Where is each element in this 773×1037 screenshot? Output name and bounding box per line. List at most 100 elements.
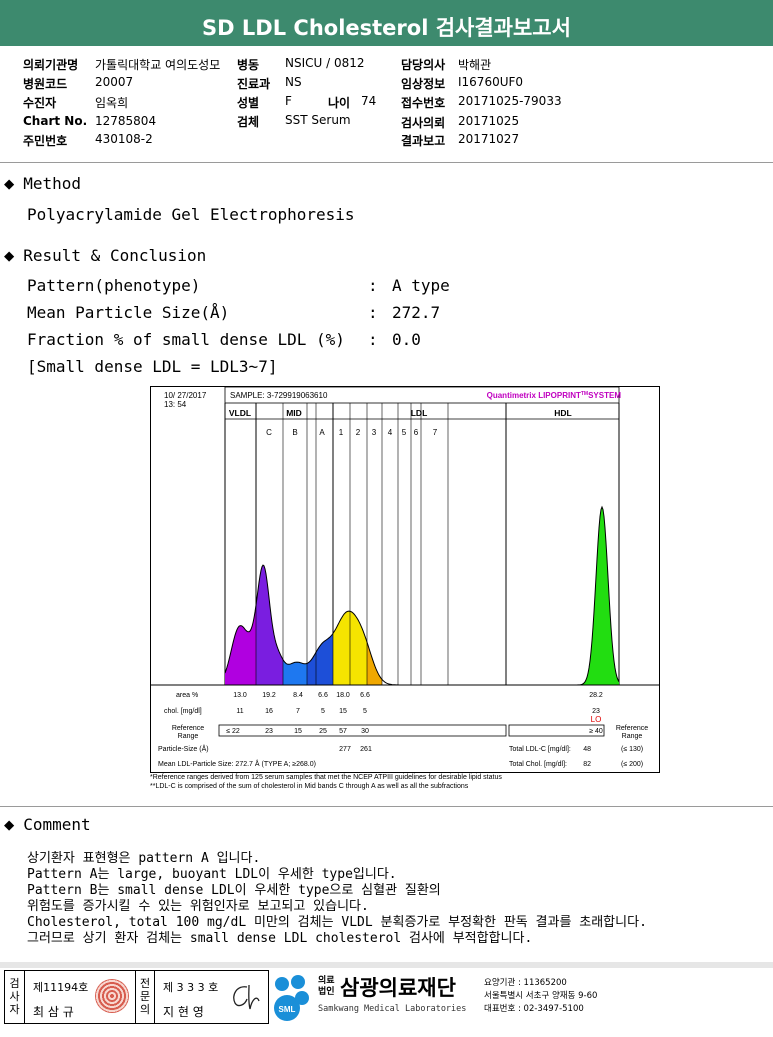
small-dense-note: [Small dense LDL = LDL3~7] [27, 357, 278, 376]
dept-value: NS [285, 75, 302, 89]
total-ldl-label: Total LDL-C [mg/dl]: [509, 746, 571, 753]
sex-value: F [285, 94, 292, 108]
comment-line: Cholesterol, total 100 mg/dL 미만의 검체는 VLD… [27, 915, 647, 930]
chart-date: 10/ 27/2017 [164, 391, 207, 400]
total-chol-ref: (≤ 200) [621, 761, 643, 768]
ref-value: ≤ 22 [226, 728, 240, 735]
result-heading-text: Result & Conclusion [23, 246, 207, 265]
particle-size-2: 261 [360, 746, 372, 753]
system-tm: TM [581, 391, 588, 397]
particle-size-row-label: Particle-Size (Å) [158, 744, 209, 753]
diamond-icon: ◆ [4, 174, 15, 194]
group-mid: MID [286, 408, 302, 418]
ref-row: ≤ 22 23 15 25 57 30 [226, 728, 369, 735]
area-row: 13.0 19.2 8.4 6.6 18.0 6.6 28.2 [233, 692, 603, 699]
signature-icon [233, 984, 260, 1010]
chart-sample: SAMPLE: 3-729919063610 [230, 391, 328, 400]
report-title: SD LDL Cholesterol 검사결과보고서 [0, 0, 773, 46]
area-value: 13.0 [233, 692, 247, 699]
group-hdl: HDL [554, 408, 571, 418]
chol-value: 15 [339, 708, 347, 715]
chart-footnote-2: **LDL-C is comprised of the sum of chole… [150, 783, 469, 790]
report-date-value: 20171027 [458, 132, 520, 146]
band-label-5: 5 [402, 428, 407, 437]
request-label: 검사의뢰 [401, 116, 446, 130]
area-value: 18.0 [336, 692, 350, 699]
hospital-value: 가톨릭대학교 여의도성모 [95, 58, 221, 72]
chol-value: 23 [592, 708, 600, 715]
specialist-license: 제 3 3 3 호 [163, 981, 219, 994]
group-vldl: VLDL [229, 408, 251, 418]
comment-line: 상기환자 표현형은 pattern A 입니다. [27, 851, 261, 866]
specialist-name: 지 현 영 [163, 1005, 204, 1019]
ref-value: 23 [265, 728, 273, 735]
id-label: 주민번호 [23, 134, 68, 148]
chart-no-value: 12785804 [95, 114, 157, 128]
org-code: 요양기관 : 11365200 [484, 978, 567, 988]
request-value: 20171025 [458, 114, 520, 128]
org-phone: 대표번호 : 02-3497-5100 [484, 1004, 584, 1014]
method-heading-text: Method [23, 174, 82, 193]
total-ldl-ref: (≤ 130) [621, 746, 643, 753]
group-ldl: LDL [411, 408, 428, 418]
hdl-lo-flag: LO [591, 715, 602, 724]
diamond-icon: ◆ [4, 815, 15, 835]
tester-seal-icon [95, 979, 129, 1013]
tester-label: 검사자 [5, 971, 25, 1023]
band-labels: C B A 1 2 3 456 7 [266, 428, 438, 437]
lipoprint-chart: 10/ 27/2017 13: 54 SAMPLE: 3-72991906361… [150, 386, 660, 773]
pattern-label: Pattern(phenotype) [27, 276, 201, 295]
comment-body: 상기환자 표현형은 pattern A 입니다. Pattern A는 larg… [27, 851, 647, 947]
area-value: 6.6 [318, 692, 328, 699]
footer-band [0, 962, 773, 968]
pattern-value: A type [392, 276, 450, 295]
ward-label: 병동 [237, 58, 260, 72]
clinical-label: 임상정보 [401, 77, 446, 91]
logo-text: SML [279, 1005, 296, 1014]
chol-value: 16 [265, 708, 273, 715]
signature-table: 검사자 제11194호 최 삼 규 전문의 제 3 3 3 호 지 현 영 [4, 970, 269, 1024]
total-chol-label: Total Chol. [mg/dl]: [509, 761, 567, 768]
patient-value: 임옥희 [95, 96, 129, 110]
sml-logo-icon: SML [270, 972, 314, 1022]
divider [0, 162, 773, 163]
age-value: 74 [361, 94, 377, 108]
comment-line: Pattern A는 large, buoyant LDL이 우세한 type입… [27, 867, 397, 882]
comment-heading: ◆ Comment [4, 815, 91, 835]
chart-footnote-1: *Reference ranges derived from 125 serum… [150, 774, 502, 781]
specimen-label: 검체 [237, 115, 260, 129]
chart-footnotes: *Reference ranges derived from 125 serum… [150, 773, 502, 791]
total-ldl-value: 48 [583, 746, 591, 753]
system-name: Quantimetrix LIPOPRINT [487, 391, 581, 400]
accession-value: 20171025-79033 [458, 94, 562, 108]
band-label-C: C [266, 428, 272, 437]
method-text: Polyacrylamide Gel Electrophoresis [27, 205, 355, 224]
diamond-icon: ◆ [4, 246, 15, 266]
curve-band-HDL [506, 507, 619, 685]
code-label: 병원코드 [23, 77, 68, 91]
small-dense-colon: : [368, 330, 378, 349]
band-label-7: 7 [433, 428, 438, 437]
org-english: Samkwang Medical Laboratories [318, 1004, 467, 1014]
id-value: 430108-2 [95, 132, 153, 146]
ref-value: 25 [319, 728, 327, 735]
org-prefix-1: 의료 [318, 976, 335, 986]
tester-name: 최 삼 규 [33, 1005, 74, 1019]
ref-label-2: Range [178, 733, 199, 740]
band-label-3: 3 [372, 428, 377, 437]
band-label-6: 6 [414, 428, 419, 437]
chol-label: chol. [mg/dl] [164, 708, 202, 715]
area-value: 28.2 [589, 692, 603, 699]
comment-line: Pattern B는 small dense LDL이 우세한 type으로 심… [27, 883, 441, 898]
ref-hdl: ≥ 40 [589, 728, 603, 735]
curve-band-A [307, 633, 333, 685]
chol-value: 11 [236, 708, 243, 715]
age-label: 나이 [328, 96, 351, 110]
area-value: 8.4 [293, 692, 303, 699]
chol-row: 11 16 7 5 15 5 23 [236, 708, 600, 715]
mean-ldl-size: Mean LDL-Particle Size: 272.7 Å (TYPE A;… [158, 759, 316, 768]
doctor-label: 담당의사 [401, 58, 446, 72]
ref-label-1: Reference [172, 725, 204, 732]
ward-value: NSICU / 0812 [285, 56, 365, 70]
total-chol-value: 82 [583, 761, 591, 768]
